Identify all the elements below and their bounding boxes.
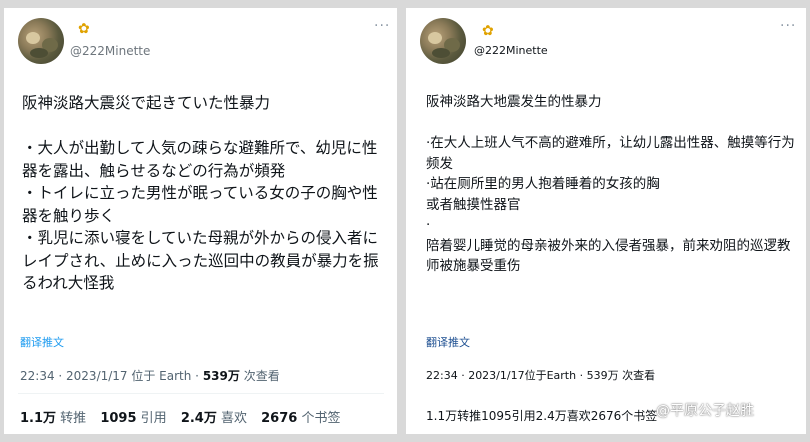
sunflower-icon: ✿ (78, 21, 90, 37)
original-tweet-card: ✿ @222Minette ··· 阪神淡路大震災で起きていた性暴力 ・大人が出… (4, 8, 397, 434)
sunflower-icon: ✿ (482, 23, 494, 39)
translate-tweet-link[interactable]: 翻译推文 (20, 334, 64, 350)
tweet-meta: 22:34 · 2023/1/17位于Earth · 539万 次查看 (426, 369, 656, 382)
tweet-text: 阪神淡路大震災で起きていた性暴力 ・大人が出勤して人気の疎らな避難所で、幼児に性… (22, 94, 379, 292)
view-count: 539万 (202, 369, 240, 383)
weibo-watermark: @平原公子赵胜 (656, 403, 754, 419)
translated-tweet-card: ✿ @222Minette ··· 阪神淡路大地震发生的性暴力 ·在大人上班人气… (406, 8, 806, 434)
user-handle[interactable]: @222Minette (474, 44, 548, 57)
engagement-stats: 1.1万转推1095引用2.4万喜欢2676个书签 (426, 409, 658, 423)
avatar[interactable] (420, 18, 466, 64)
view-label: 次查看 (239, 369, 280, 383)
tweet-text: 阪神淡路大地震发生的性暴力 ·在大人上班人气不高的避难所，让幼儿露出性器、触摸等… (426, 94, 795, 274)
more-options-icon[interactable]: ··· (780, 18, 796, 34)
bookmarks-stat[interactable]: 2676 个书签 (261, 411, 340, 426)
avatar[interactable] (18, 18, 64, 64)
translate-tweet-link[interactable]: 翻译推文 (426, 334, 470, 350)
more-options-icon[interactable]: ··· (374, 18, 390, 34)
likes-stat[interactable]: 2.4万 喜欢 (181, 411, 247, 426)
retweets-stat[interactable]: 1.1万 转推 (20, 411, 86, 426)
user-handle[interactable]: @222Minette (70, 44, 150, 58)
divider (18, 393, 384, 394)
quotes-stat[interactable]: 1095 引用 (100, 411, 166, 426)
tweet-timestamp[interactable]: 22:34 · 2023/1/17 位于 Earth · (20, 369, 203, 383)
tweet-meta: 22:34 · 2023/1/17 位于 Earth · 539万 次查看 (20, 367, 280, 384)
engagement-stats: 1.1万 转推 1095 引用 2.4万 喜欢 2676 个书签 (20, 407, 350, 426)
